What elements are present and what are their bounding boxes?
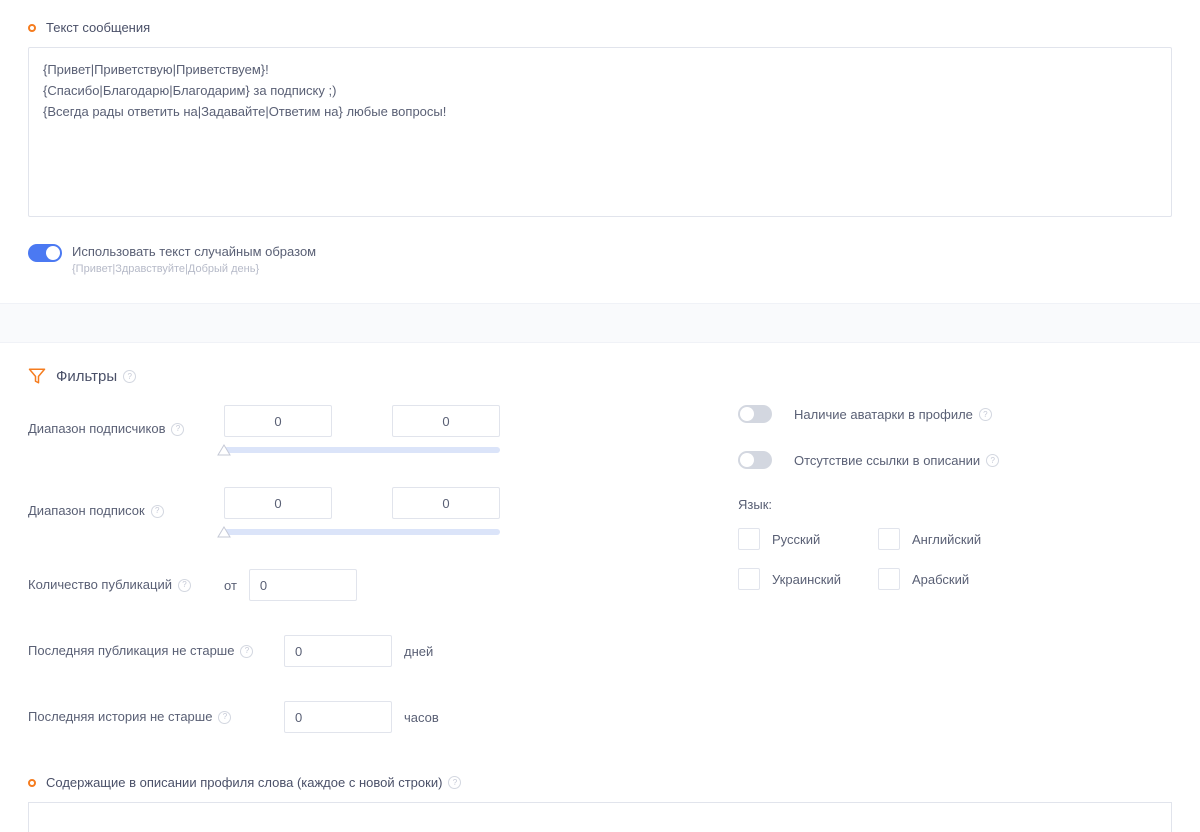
nolink-toggle-label: Отсутствие ссылки в описании xyxy=(794,453,980,468)
subscribers-slider[interactable] xyxy=(224,447,500,453)
language-checkbox-ukrainian[interactable] xyxy=(738,568,760,590)
bullet-icon xyxy=(28,24,36,32)
filters-right-column: Наличие аватарки в профиле ? Отсутствие … xyxy=(598,405,1172,733)
last-publication-row: Последняя публикация не старше ? дней xyxy=(28,635,518,667)
profile-words-label: Содержащие в описании профиля слова (каж… xyxy=(46,775,442,790)
help-icon[interactable]: ? xyxy=(218,711,231,724)
language-item-arabic: Арабский xyxy=(878,568,1018,590)
profile-words-section: Содержащие в описании профиля слова (каж… xyxy=(0,763,1200,832)
language-checkbox-russian[interactable] xyxy=(738,528,760,550)
last-story-unit: часов xyxy=(404,710,439,725)
publications-label: Количество публикаций ? xyxy=(28,576,224,594)
subscribers-range-inputs xyxy=(224,405,500,453)
help-icon[interactable]: ? xyxy=(171,423,184,436)
language-name: Украинский xyxy=(772,572,841,587)
last-publication-label: Последняя публикация не старше ? xyxy=(28,642,284,660)
filters-left-column: Диапазон подписчиков ? Диапазон подписок… xyxy=(28,405,518,733)
publications-from-label: от xyxy=(224,578,237,593)
avatar-toggle-label: Наличие аватарки в профиле xyxy=(794,407,973,422)
subscribers-max-input[interactable] xyxy=(392,405,500,437)
message-text-input[interactable] xyxy=(28,47,1172,217)
subscribers-range-label: Диапазон подписчиков ? xyxy=(28,420,224,438)
filters-header: Фильтры ? xyxy=(0,343,1200,405)
language-item-russian: Русский xyxy=(738,528,878,550)
last-publication-input[interactable] xyxy=(284,635,392,667)
filters-title: Фильтры xyxy=(56,368,117,385)
last-story-input[interactable] xyxy=(284,701,392,733)
slider-handle-icon[interactable] xyxy=(216,524,232,540)
publications-input[interactable] xyxy=(249,569,357,601)
last-story-label: Последняя история не старше ? xyxy=(28,708,284,726)
profile-words-input[interactable] xyxy=(28,802,1172,832)
subscriptions-range-label: Диапазон подписок ? xyxy=(28,502,224,520)
toggle-knob xyxy=(46,246,60,260)
random-text-toggle-hint: {Привет|Здравствуйте|Добрый день} xyxy=(72,263,316,275)
slider-handle-icon[interactable] xyxy=(216,442,232,458)
message-text-section: Текст сообщения Использовать текст случа… xyxy=(0,0,1200,295)
subscriptions-range-inputs xyxy=(224,487,500,535)
toggle-knob xyxy=(740,453,754,467)
subscriptions-min-input[interactable] xyxy=(224,487,332,519)
help-icon[interactable]: ? xyxy=(240,645,253,658)
avatar-toggle[interactable] xyxy=(738,405,772,423)
language-checkbox-english[interactable] xyxy=(878,528,900,550)
last-publication-unit: дней xyxy=(404,644,433,659)
language-item-english: Английский xyxy=(878,528,1018,550)
subscribers-range-pair xyxy=(224,405,500,437)
help-icon[interactable]: ? xyxy=(178,579,191,592)
profile-words-header: Содержащие в описании профиля слова (каж… xyxy=(28,775,1172,790)
section-divider xyxy=(0,303,1200,343)
help-icon[interactable]: ? xyxy=(986,454,999,467)
language-item-ukrainian: Украинский xyxy=(738,568,878,590)
help-icon[interactable]: ? xyxy=(123,370,136,383)
language-grid: Русский Английский Украинский Арабский xyxy=(738,528,1172,590)
help-icon[interactable]: ? xyxy=(151,505,164,518)
avatar-toggle-row: Наличие аватарки в профиле ? xyxy=(738,405,1172,423)
nolink-toggle-row: Отсутствие ссылки в описании ? xyxy=(738,451,1172,469)
language-name: Русский xyxy=(772,532,820,547)
bullet-icon xyxy=(28,779,36,787)
subscribers-range-row: Диапазон подписчиков ? xyxy=(28,405,518,453)
publications-row: Количество публикаций ? от xyxy=(28,569,518,601)
help-icon[interactable]: ? xyxy=(448,776,461,789)
language-checkbox-arabic[interactable] xyxy=(878,568,900,590)
language-name: Арабский xyxy=(912,572,969,587)
subscribers-min-input[interactable] xyxy=(224,405,332,437)
subscriptions-max-input[interactable] xyxy=(392,487,500,519)
subscriptions-range-pair xyxy=(224,487,500,519)
random-text-toggle-text: Использовать текст случайным образом {Пр… xyxy=(72,244,316,275)
message-text-header: Текст сообщения xyxy=(28,20,1172,35)
subscriptions-slider[interactable] xyxy=(224,529,500,535)
filter-icon xyxy=(28,367,46,385)
filters-body: Диапазон подписчиков ? Диапазон подписок… xyxy=(0,405,1200,763)
random-text-toggle[interactable] xyxy=(28,244,62,262)
last-story-row: Последняя история не старше ? часов xyxy=(28,701,518,733)
language-label: Язык: xyxy=(738,497,1172,512)
help-icon[interactable]: ? xyxy=(979,408,992,421)
random-text-toggle-label: Использовать текст случайным образом xyxy=(72,244,316,259)
toggle-knob xyxy=(740,407,754,421)
message-text-label: Текст сообщения xyxy=(46,20,150,35)
nolink-toggle[interactable] xyxy=(738,451,772,469)
random-text-toggle-row: Использовать текст случайным образом {Пр… xyxy=(28,244,1172,275)
subscriptions-range-row: Диапазон подписок ? xyxy=(28,487,518,535)
language-name: Английский xyxy=(912,532,981,547)
